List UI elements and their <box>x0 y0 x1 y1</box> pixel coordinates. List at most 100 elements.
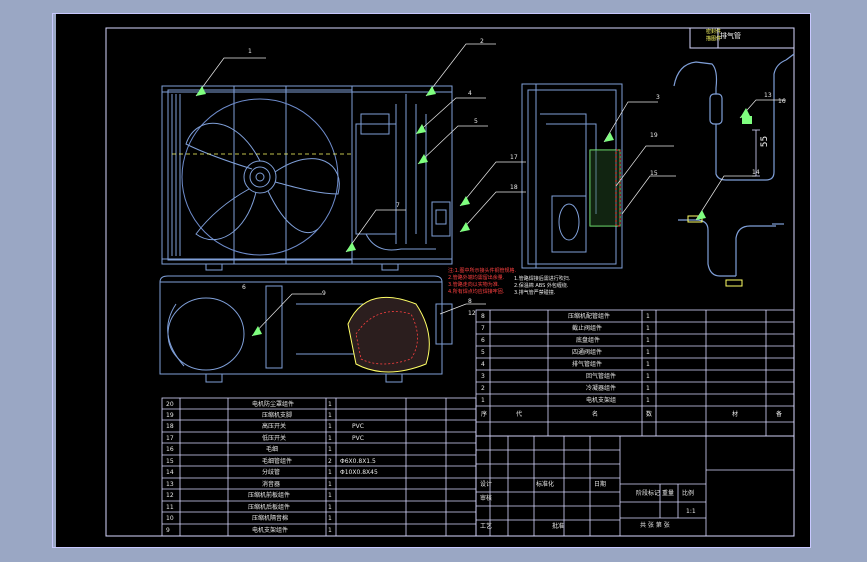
title-block-stage: 阶段标记 <box>636 490 661 497</box>
callout-7[interactable]: 7 <box>396 202 400 209</box>
left-table-name: 毛细管组件 <box>262 458 293 465</box>
left-table-no: 17 <box>166 435 174 442</box>
left-table-name: 电机防尘罩组件 <box>252 401 295 408</box>
left-table-name: 毛细 <box>266 446 279 453</box>
right-table-qty: 1 <box>646 373 650 380</box>
title-block-standard: 标准化 <box>536 481 555 488</box>
callout-5[interactable]: 5 <box>474 118 478 125</box>
left-table-no: 10 <box>166 515 174 522</box>
right-header-qty: 数 <box>646 411 653 418</box>
title-block-weight: 重量 <box>662 490 675 497</box>
title-box-line1: 密封件 <box>706 29 722 35</box>
right-table-qty: 1 <box>646 337 650 344</box>
title-block-design: 设计 <box>480 481 493 488</box>
red-note-3: 3.管路走向以实物为准. <box>448 282 500 288</box>
right-header-name: 名 <box>592 411 599 418</box>
left-table-no: 16 <box>166 446 174 453</box>
left-table-no: 18 <box>166 423 174 430</box>
exhaust-pipe-title: 排气管 <box>720 32 741 40</box>
title-block-date: 日期 <box>594 481 607 488</box>
left-table-qty: 1 <box>328 492 332 499</box>
callout-8[interactable]: 8 <box>468 298 472 305</box>
left-table-name: 分歧管 <box>262 469 281 476</box>
right-table-no: 3 <box>481 373 485 380</box>
left-table-name: 压缩机前板组件 <box>248 492 291 499</box>
callout-1[interactable]: 1 <box>248 48 252 55</box>
right-table-no: 4 <box>481 361 485 368</box>
right-table-no: 1 <box>481 397 485 404</box>
callout-6[interactable]: 6 <box>242 284 246 291</box>
title-block-scale: 比例 <box>682 490 695 497</box>
left-table-qty: 1 <box>328 446 332 453</box>
callout-16[interactable]: 16 <box>778 98 786 105</box>
left-table-mat: PVC <box>352 423 364 430</box>
left-table-no: 19 <box>166 412 174 419</box>
title-block-grid <box>475 435 795 537</box>
left-table-no: 12 <box>166 492 174 499</box>
left-table-no: 15 <box>166 458 174 465</box>
left-table-name: 压缩机支脚 <box>262 412 293 419</box>
left-table-no: 11 <box>166 504 174 511</box>
exhaust-pipe-detail <box>673 53 795 181</box>
callout-12[interactable]: 12 <box>468 310 476 317</box>
left-table-no: 20 <box>166 401 174 408</box>
right-header-seq: 序 <box>481 411 488 418</box>
white-note-3: 3.排气管严禁碰撞. <box>514 290 556 296</box>
left-table-qty: 1 <box>328 504 332 511</box>
right-table-name: 截止阀组件 <box>572 325 603 332</box>
right-table-no: 8 <box>481 313 485 320</box>
callout-18[interactable]: 18 <box>510 184 518 191</box>
callout-14[interactable]: 14 <box>752 169 760 176</box>
left-table-qty: 1 <box>328 515 332 522</box>
callout-13[interactable]: 13 <box>764 92 772 99</box>
left-table-name: 电机支架组件 <box>252 527 289 534</box>
left-table-qty: 1 <box>328 435 332 442</box>
drawing-canvas[interactable]: 密封件 描图件 排气管 1 2 4 5 17 18 7 3 19 15 13 1… <box>56 14 810 548</box>
left-table-no: 9 <box>166 527 170 534</box>
title-block-ratio: 1:1 <box>686 508 696 515</box>
title-block-process: 工艺 <box>480 523 493 530</box>
dimension-55: 55 <box>760 135 771 148</box>
callout-17[interactable]: 17 <box>510 154 518 161</box>
callout-15[interactable]: 15 <box>650 170 658 177</box>
callout-4[interactable]: 4 <box>468 90 472 97</box>
left-table-qty: 1 <box>328 423 332 430</box>
left-table-qty: 2 <box>328 458 332 465</box>
left-table-mat: Φ6X0.8X1.5 <box>340 458 376 465</box>
left-table-grid <box>161 397 477 537</box>
right-table-grid <box>475 309 795 437</box>
right-table-qty: 1 <box>646 313 650 320</box>
left-table-mat: PVC <box>352 435 364 442</box>
left-table-name: 消音器 <box>262 481 281 488</box>
white-note-1: 1.管路焊接后需进行吹扫. <box>514 276 571 282</box>
left-table-qty: 1 <box>328 401 332 408</box>
callout-9[interactable]: 9 <box>322 290 326 297</box>
right-table-name: 排气管组件 <box>572 361 603 368</box>
right-table-qty: 1 <box>646 385 650 392</box>
title-block-check: 审核 <box>480 495 493 502</box>
front-view <box>161 85 453 271</box>
right-table-name: 四通阀组件 <box>572 349 603 356</box>
title-block-sheet: 共 张 第 张 <box>640 522 670 529</box>
right-table-name: 底盘组件 <box>576 337 601 344</box>
right-table-qty: 1 <box>646 349 650 356</box>
left-table-name: 高压开关 <box>262 423 287 430</box>
red-note-1: 注:1.图中所示接头件铜管规格. <box>448 268 517 274</box>
right-table-name: 冷凝器组件 <box>586 385 617 392</box>
callout-2[interactable]: 2 <box>480 38 484 45</box>
right-table-no: 6 <box>481 337 485 344</box>
left-table-name: 压缩机后板组件 <box>248 504 291 511</box>
left-table-qty: 1 <box>328 469 332 476</box>
right-table-qty: 1 <box>646 361 650 368</box>
right-header-material: 材 <box>732 411 739 418</box>
right-table-name: 回气管组件 <box>586 373 617 380</box>
left-table-qty: 1 <box>328 481 332 488</box>
left-table-name: 压缩机隔音棉 <box>252 515 289 522</box>
left-table-name: 低压开关 <box>262 435 287 442</box>
callout-3[interactable]: 3 <box>656 94 660 101</box>
left-table-mat: Φ10X0.8X45 <box>340 469 378 476</box>
red-note-4: 4.所有焊点均应焊接牢固. <box>448 289 505 295</box>
right-table-qty: 1 <box>646 325 650 332</box>
callout-19[interactable]: 19 <box>650 132 658 139</box>
right-header-note: 备 <box>776 411 783 418</box>
